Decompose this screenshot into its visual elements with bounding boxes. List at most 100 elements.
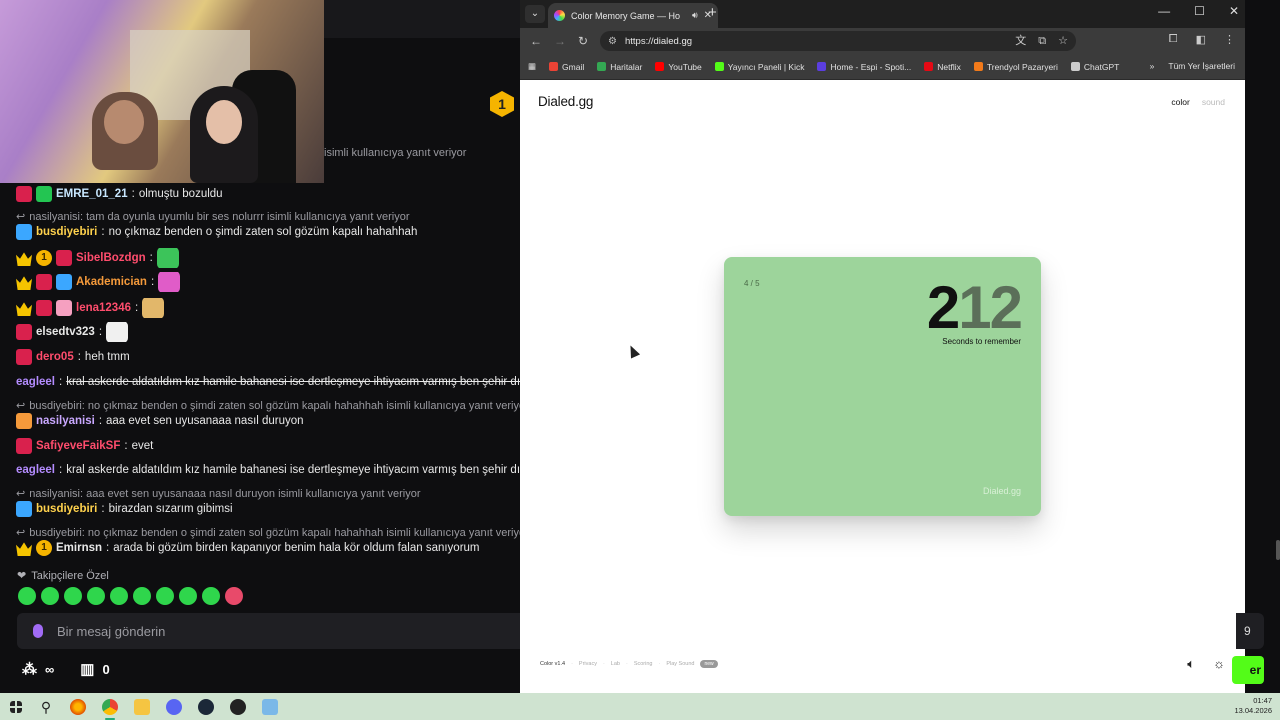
username-colon: : bbox=[98, 415, 103, 427]
site-info-icon[interactable]: ⚙ bbox=[608, 36, 617, 47]
site-logo[interactable]: Dialed.gg bbox=[538, 94, 593, 109]
emote-quick[interactable] bbox=[110, 587, 128, 605]
emote-quick[interactable] bbox=[87, 587, 105, 605]
chat-username[interactable]: busdiyebiri bbox=[36, 499, 97, 519]
address-bar[interactable]: ⚙ https://dialed.gg 文 ⧉ ☆ bbox=[600, 31, 1076, 51]
search-icon[interactable]: ⚲ bbox=[38, 699, 54, 715]
underlying-send-button[interactable]: er bbox=[1232, 656, 1264, 684]
file-explorer-icon[interactable] bbox=[134, 698, 150, 715]
tab-search-button[interactable]: ⌄ bbox=[525, 5, 545, 23]
emote-quick[interactable] bbox=[18, 587, 36, 605]
windows-start-icon[interactable] bbox=[10, 700, 22, 713]
forward-icon[interactable]: → bbox=[554, 34, 568, 48]
emote-quick[interactable] bbox=[64, 587, 82, 605]
mode-color-link[interactable]: color bbox=[1171, 97, 1189, 107]
chat-message-input[interactable] bbox=[57, 623, 457, 639]
chat-username[interactable]: Emirnsn bbox=[56, 538, 102, 558]
speaker-icon[interactable]: 🔈︎ bbox=[1187, 656, 1195, 672]
crown-badge-icon bbox=[16, 302, 32, 316]
discord-icon[interactable] bbox=[166, 698, 182, 715]
minimize-icon[interactable]: — bbox=[1158, 4, 1170, 18]
emote-quick[interactable] bbox=[202, 587, 220, 605]
menu-icon[interactable]: ⋮ bbox=[1224, 33, 1235, 46]
reload-icon[interactable]: ↻ bbox=[578, 34, 592, 48]
bookmark-item[interactable]: Home - Espi - Spoti... bbox=[817, 62, 911, 72]
chat-message: Akademician: bbox=[16, 272, 520, 292]
underlying-scrollbar[interactable] bbox=[1276, 540, 1280, 560]
browser-app-icon[interactable] bbox=[70, 698, 86, 715]
chrome-icon[interactable] bbox=[102, 698, 118, 720]
chat-username[interactable]: busdiyebiri bbox=[36, 222, 97, 242]
microphone-icon[interactable] bbox=[33, 624, 43, 638]
emote-quick[interactable] bbox=[156, 587, 174, 605]
cast-icon[interactable]: ⧉ bbox=[1038, 31, 1046, 51]
emote-quick[interactable] bbox=[133, 587, 151, 605]
store-icon[interactable]: ▥ bbox=[80, 660, 94, 678]
emote-quick[interactable] bbox=[179, 587, 197, 605]
bookmark-item[interactable]: YouTube bbox=[655, 62, 702, 72]
chat-username[interactable]: Akademician bbox=[76, 272, 147, 292]
chat-username[interactable]: SafiyeveFaikSF bbox=[36, 436, 120, 456]
bookmarks-more-icon[interactable]: » bbox=[1150, 61, 1155, 71]
bookmark-item[interactable]: ChatGPT bbox=[1070, 62, 1119, 72]
all-bookmarks-folder[interactable]: Tüm Yer İşaretleri bbox=[1168, 61, 1235, 71]
play-sound-link[interactable]: Play Sound bbox=[666, 661, 694, 667]
chat-username[interactable]: elsedtv323 bbox=[36, 322, 95, 342]
bookmark-star-icon[interactable]: ☆ bbox=[1058, 31, 1068, 51]
chat-message-text: kral askerde aldatıldım kız hamile bahan… bbox=[66, 464, 520, 476]
new-tab-button[interactable]: + bbox=[708, 4, 717, 21]
coin-badge-icon: 1 bbox=[36, 250, 52, 266]
mode-sound-link[interactable]: sound bbox=[1202, 97, 1225, 107]
scoring-link[interactable]: Scoring bbox=[634, 661, 653, 667]
apps-icon[interactable]: ▦ bbox=[528, 61, 536, 72]
chat-username[interactable]: SibelBozdgn bbox=[76, 248, 146, 268]
chat-username[interactable]: lena12346 bbox=[76, 298, 131, 318]
chat-username[interactable]: nasilyanisi bbox=[36, 411, 95, 431]
sun-icon[interactable]: ☼ bbox=[1213, 656, 1225, 672]
bookmark-item[interactable]: Trendyol Pazaryeri bbox=[973, 62, 1058, 72]
obs-icon[interactable] bbox=[230, 698, 246, 715]
coin-badge-icon: 1 bbox=[36, 540, 52, 556]
bookmark-item[interactable]: Netflix bbox=[924, 62, 961, 72]
privacy-link[interactable]: Privacy bbox=[579, 661, 597, 667]
notepad-icon[interactable] bbox=[262, 698, 278, 715]
close-window-icon[interactable]: ✕ bbox=[1229, 4, 1239, 18]
lab-link[interactable]: Lab bbox=[611, 661, 620, 667]
mod-badge-icon bbox=[36, 274, 52, 290]
countdown-timer: 212 bbox=[927, 273, 1023, 343]
bookmark-item[interactable]: Gmail bbox=[549, 62, 584, 72]
footer-separator: · bbox=[625, 661, 628, 667]
bookmark-item[interactable]: Haritalar bbox=[597, 62, 642, 72]
chat-username[interactable]: eagleel bbox=[16, 372, 55, 392]
crown-badge-icon bbox=[16, 276, 32, 290]
chat-message-text: olmuştu bozuldu bbox=[138, 188, 223, 200]
chat-message-text: kral askerde aldatıldım kız hamile bahan… bbox=[66, 376, 520, 388]
windows-taskbar: ⚲ 01:47 13.04.2026 bbox=[0, 693, 1280, 720]
chat-username[interactable]: EMRE_01_21 bbox=[56, 184, 128, 204]
chat-username[interactable]: dero05 bbox=[36, 347, 74, 367]
people-icon[interactable]: ⁂ bbox=[22, 660, 37, 678]
followers-only-notice: ❤ Takipçilere Özel bbox=[17, 569, 109, 583]
system-clock[interactable]: 01:47 13.04.2026 bbox=[1234, 696, 1272, 716]
chat-bottom-bar: ⁂ ∞ ▥ 0 bbox=[22, 660, 110, 678]
round-counter: 4 / 5 bbox=[744, 279, 760, 288]
tab-audio-icon[interactable]: 🔊︎ bbox=[692, 10, 698, 21]
card-brand: Dialed.gg bbox=[982, 486, 1021, 496]
tab-color-memory-game[interactable]: Color Memory Game — Ho 🔊︎ ✕ bbox=[548, 3, 718, 28]
chat-message-text: no çıkmaz benden o şimdi zaten sol gözüm… bbox=[108, 226, 418, 238]
browser-window: ⌄ Color Memory Game — Ho 🔊︎ ✕ + — ☐ ✕ ← … bbox=[520, 0, 1245, 693]
chat-emote-icon bbox=[156, 248, 179, 268]
emote-quick[interactable] bbox=[41, 587, 59, 605]
chat-username[interactable]: eagleel bbox=[16, 460, 55, 480]
back-icon[interactable]: ← bbox=[530, 34, 544, 48]
bookmark-item[interactable]: Yayıncı Paneli | Kick bbox=[714, 62, 804, 72]
extensions-icon[interactable]: ⧠ bbox=[1169, 33, 1178, 46]
chat-message: dero05: heh tmm bbox=[16, 347, 520, 367]
profile-icon[interactable]: ◧ bbox=[1196, 33, 1206, 46]
mod-badge-icon bbox=[16, 438, 32, 454]
translate-icon[interactable]: 文 bbox=[1015, 31, 1026, 51]
maximize-icon[interactable]: ☐ bbox=[1194, 4, 1205, 18]
emote-quick[interactable] bbox=[225, 587, 243, 605]
steam-icon[interactable] bbox=[198, 698, 214, 715]
username-colon: : bbox=[59, 464, 63, 476]
